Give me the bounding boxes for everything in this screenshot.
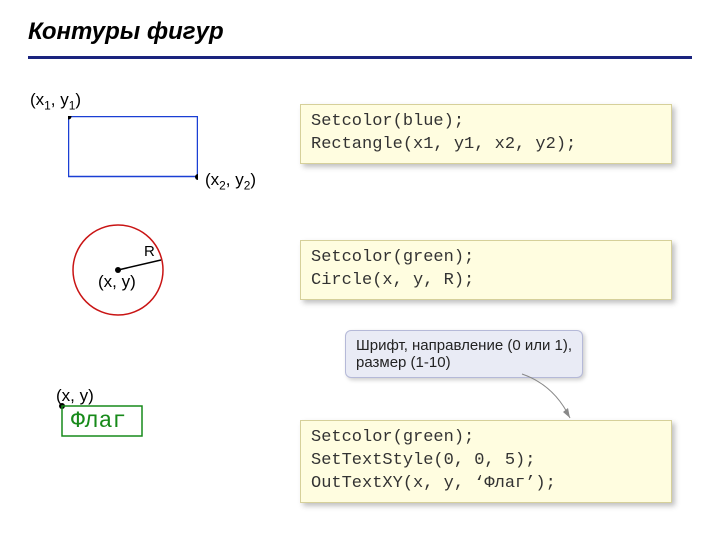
rect-tl-sub1: 1 [44,98,51,112]
rect-br-open: (x [205,170,219,189]
code-outtext: Setcolor(green); SetTextStyle(0, 0, 5); … [300,420,672,503]
code-rectangle: Setcolor(blue); Rectangle(x1, y1, x2, y2… [300,104,672,164]
rect-tl-open: (x [30,90,44,109]
code-circle: Setcolor(green); Circle(x, y, R); [300,240,672,300]
rect-tl-label: (x1, y1) [30,90,81,112]
code-rect-line2: Rectangle(x1, y1, x2, y2); [311,135,576,154]
code-text-line1: Setcolor(green); [311,428,474,447]
code-text-line3: OutTextXY(x, y, ‘Флаг’); [311,474,556,493]
callout-line1: Шрифт, направление (0 или 1), [356,337,572,354]
rect-br-sub1: 2 [219,178,226,192]
code-circle-line1: Setcolor(green); [311,248,474,267]
callout-textstyle: Шрифт, направление (0 или 1), размер (1-… [345,330,583,378]
code-rect-line1: Setcolor(blue); [311,112,464,131]
code-circle-line2: Circle(x, y, R); [311,271,474,290]
circle-center-label: (x, y) [98,272,136,292]
rect-br-mid: , y [226,170,244,189]
rect-br-close: ) [250,170,256,189]
circle-diagram [68,220,168,320]
rectangle-diagram [68,116,198,184]
rect-tl-mid: , y [51,90,69,109]
rect-tl-close: ) [75,90,81,109]
callout-pointer [520,372,580,422]
code-text-line2: SetTextStyle(0, 0, 5); [311,451,535,470]
page-title: Контуры фигур [28,18,224,46]
circle-radius-label: R [144,243,155,260]
title-underline [28,56,692,59]
rect-br-label: (x2, y2) [205,170,256,192]
callout-line2: размер (1-10) [356,354,572,371]
text-demo-word: Флаг [71,408,126,434]
